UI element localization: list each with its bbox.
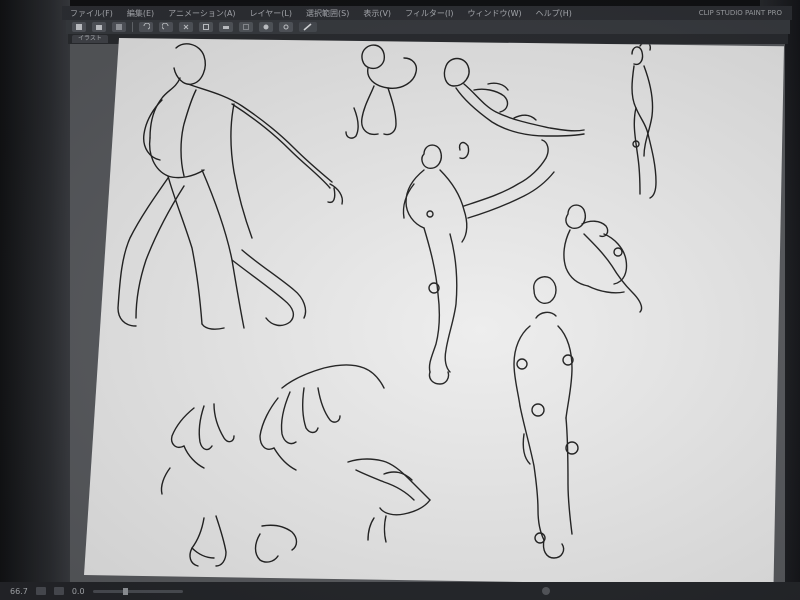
menu-view[interactable]: 表示(V)	[363, 8, 391, 19]
menu-window[interactable]: ウィンドウ(W)	[468, 8, 522, 19]
redo-icon[interactable]	[159, 22, 173, 32]
clear-icon[interactable]	[179, 22, 193, 32]
sketch-walking-man	[117, 43, 344, 330]
sketch-grasping-hand	[347, 458, 431, 543]
sketch-seated-figure	[563, 204, 643, 313]
sketch-reclining-figure	[443, 57, 585, 137]
menu-animation[interactable]: アニメーション(A)	[168, 8, 235, 19]
zoom-slider[interactable]	[92, 587, 183, 595]
layer-icon[interactable]	[219, 22, 233, 32]
tab-document[interactable]: イラスト	[72, 35, 108, 43]
zoom-in-icon[interactable]	[53, 587, 64, 595]
status-bar: 66.7 0.0	[0, 582, 800, 600]
sketch-palm-hand	[189, 515, 298, 567]
new-file-icon[interactable]	[72, 22, 86, 32]
zoom-value[interactable]: 66.7	[10, 587, 28, 596]
transform-icon[interactable]	[199, 22, 213, 32]
figure-sketches	[117, 41, 657, 567]
select-icon[interactable]	[239, 22, 253, 32]
pen-icon[interactable]	[299, 22, 317, 32]
menu-bar: ファイル(F) 編集(E) アニメーション(A) レイヤー(L) 選択範囲(S)…	[62, 6, 792, 20]
open-file-icon[interactable]	[92, 22, 106, 32]
command-bar	[66, 20, 790, 34]
menu-selection[interactable]: 選択範囲(S)	[306, 8, 349, 19]
menu-file[interactable]: ファイル(F)	[70, 8, 113, 19]
menu-edit[interactable]: 編集(E)	[127, 8, 154, 19]
sketch-hanging-figure	[631, 41, 657, 199]
window-title: CLIP STUDIO PAINT PRO	[698, 9, 782, 17]
drawing-canvas[interactable]	[84, 38, 784, 586]
save-icon[interactable]	[112, 22, 126, 32]
sketch-kicking-figure	[402, 139, 555, 385]
sketch-standing-figure	[513, 276, 579, 559]
zoom-slider-knob[interactable]	[122, 587, 128, 595]
settings-icon[interactable]	[279, 22, 293, 32]
toolbar-divider	[132, 22, 133, 32]
rotation-value[interactable]: 0.0	[72, 587, 85, 596]
menu-filter[interactable]: フィルター(I)	[405, 8, 453, 19]
navigator-icon[interactable]	[542, 587, 550, 595]
menu-help[interactable]: ヘルプ(H)	[536, 8, 572, 19]
undo-icon[interactable]	[139, 22, 153, 32]
zoom-out-icon[interactable]	[35, 587, 46, 595]
sketch-open-hand	[160, 403, 235, 495]
monitor-bezel-left	[0, 0, 70, 600]
menu-layer[interactable]: レイヤー(L)	[250, 8, 292, 19]
sketch-reaching-hand	[259, 364, 385, 471]
sketch-crouching-figure	[345, 44, 418, 139]
fill-icon[interactable]	[259, 22, 273, 32]
